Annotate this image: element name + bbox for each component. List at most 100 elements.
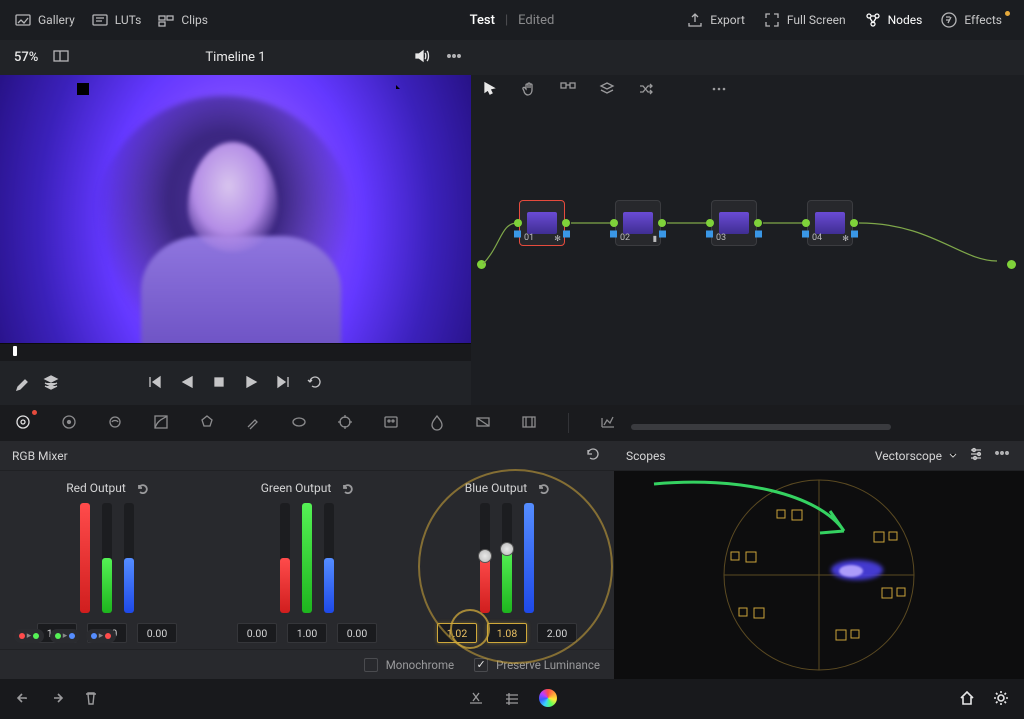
primaries-wheel-icon[interactable] <box>14 413 32 434</box>
tracker-icon[interactable] <box>336 413 354 434</box>
node-output-port[interactable] <box>658 219 666 227</box>
slider-b-g[interactable] <box>502 503 512 613</box>
effects-button[interactable]: Effects <box>940 11 1010 29</box>
still-icon[interactable] <box>0 80 56 233</box>
node-alpha-out[interactable] <box>755 231 762 238</box>
slider-b-b[interactable] <box>524 503 534 613</box>
node-alpha-out[interactable] <box>659 231 666 238</box>
slider-b-r[interactable] <box>480 503 490 613</box>
node-02[interactable]: 02 ▮ <box>615 200 661 246</box>
panel-reset-icon[interactable] <box>584 445 602 466</box>
luts-button[interactable]: LUTs <box>91 11 142 29</box>
value-input[interactable]: 0.00 <box>337 623 377 643</box>
value-input[interactable]: 2.00 <box>537 623 577 643</box>
reverse-button[interactable] <box>178 373 196 394</box>
play-button[interactable] <box>242 373 260 394</box>
scope-settings-icon[interactable] <box>968 445 986 466</box>
playhead[interactable] <box>13 346 17 356</box>
channel-b-output: Blue Output 1.021.082.00 <box>414 481 600 649</box>
stop-button[interactable] <box>210 373 228 394</box>
settings-button[interactable] <box>992 689 1010 710</box>
scope-more-icon[interactable] <box>994 445 1012 466</box>
primaries-bars-icon[interactable] <box>60 413 78 434</box>
fx-icon <box>940 11 958 29</box>
export-button[interactable]: Export <box>686 11 745 29</box>
graph-input[interactable] <box>477 260 486 269</box>
prev-clip-button[interactable] <box>146 373 164 394</box>
image-mode-icon[interactable] <box>52 47 70 68</box>
picker-icon[interactable] <box>14 373 32 394</box>
next-clip-button[interactable] <box>274 373 292 394</box>
slider-r-b[interactable] <box>124 503 134 613</box>
node-graph-panel[interactable]: 01 ✻ 02 ▮ 03 <box>471 75 1024 405</box>
grid-icon[interactable] <box>74 80 374 233</box>
slider-g-r[interactable] <box>280 503 290 613</box>
scope-mode-select[interactable]: Vectorscope <box>875 449 958 463</box>
fullscreen-button[interactable]: Full Screen <box>763 11 846 29</box>
node-alpha-out[interactable] <box>851 231 858 238</box>
redo-button[interactable] <box>48 689 66 710</box>
timeline-title[interactable]: Timeline 1 <box>205 50 265 65</box>
value-input[interactable]: 1.02 <box>437 623 477 643</box>
sizing-icon[interactable] <box>520 413 538 434</box>
node-alpha-in[interactable] <box>802 231 809 238</box>
slider-g-b[interactable] <box>324 503 334 613</box>
monochrome-checkbox[interactable] <box>364 658 378 672</box>
slider-knob[interactable] <box>500 542 514 556</box>
curves-icon[interactable] <box>152 413 170 434</box>
window-icon[interactable] <box>290 413 308 434</box>
gallery-button[interactable]: Gallery <box>14 11 75 29</box>
clips-button[interactable]: Clips <box>157 11 208 29</box>
home-button[interactable] <box>958 689 976 710</box>
node-04[interactable]: 04 ✻ <box>807 200 853 246</box>
page-cut-icon[interactable] <box>467 689 485 710</box>
node-input-port[interactable] <box>514 219 522 227</box>
page-color-icon[interactable] <box>539 689 557 707</box>
zoom-level[interactable]: 57% <box>14 50 38 65</box>
blur-icon[interactable] <box>428 413 446 434</box>
more-icon[interactable] <box>445 47 463 68</box>
nodes-button[interactable]: Nodes <box>864 11 923 29</box>
preserve-luminance-checkbox[interactable] <box>474 658 488 672</box>
node-01[interactable]: 01 ✻ <box>519 200 565 246</box>
key-icon[interactable] <box>474 413 492 434</box>
scrubber[interactable] <box>0 343 471 361</box>
undo-button[interactable] <box>14 689 32 710</box>
node-alpha-in[interactable] <box>706 231 713 238</box>
channel-swap-buttons[interactable]: ▸ ▸ ▸ <box>14 629 116 643</box>
reset-icon[interactable] <box>537 482 549 494</box>
page-edit-icon[interactable] <box>503 689 521 710</box>
warper-icon[interactable] <box>198 413 216 434</box>
node-output-port[interactable] <box>562 219 570 227</box>
node-output-port[interactable] <box>754 219 762 227</box>
node-03[interactable]: 03 <box>711 200 757 246</box>
slider-g-g[interactable] <box>302 503 312 613</box>
magic-mask-icon[interactable] <box>382 413 400 434</box>
delete-button[interactable] <box>82 689 100 710</box>
loop-button[interactable] <box>306 373 324 394</box>
hdr-icon[interactable] <box>106 413 124 434</box>
node-alpha-in[interactable] <box>514 231 521 238</box>
node-output-port[interactable] <box>850 219 858 227</box>
project-name[interactable]: Test <box>470 13 495 28</box>
slider-knob[interactable] <box>478 549 492 563</box>
slider-r-g[interactable] <box>102 503 112 613</box>
node-alpha-out[interactable] <box>563 231 570 238</box>
node-input-port[interactable] <box>706 219 714 227</box>
value-input[interactable]: 0.00 <box>137 623 177 643</box>
layers-icon[interactable] <box>42 373 60 394</box>
slider-r-r[interactable] <box>80 503 90 613</box>
scopes-page-icon[interactable] <box>599 413 617 434</box>
node-input-port[interactable] <box>802 219 810 227</box>
audio-icon[interactable] <box>413 47 431 68</box>
reset-icon[interactable] <box>136 482 148 494</box>
graph-output[interactable] <box>1007 260 1016 269</box>
qualifier-icon[interactable] <box>244 413 262 434</box>
node-alpha-in[interactable] <box>610 231 617 238</box>
node-scrollbar[interactable] <box>631 424 891 430</box>
value-input[interactable]: 1.08 <box>487 623 527 643</box>
node-input-port[interactable] <box>610 219 618 227</box>
reset-icon[interactable] <box>341 482 353 494</box>
value-input[interactable]: 1.00 <box>287 623 327 643</box>
value-input[interactable]: 0.00 <box>237 623 277 643</box>
